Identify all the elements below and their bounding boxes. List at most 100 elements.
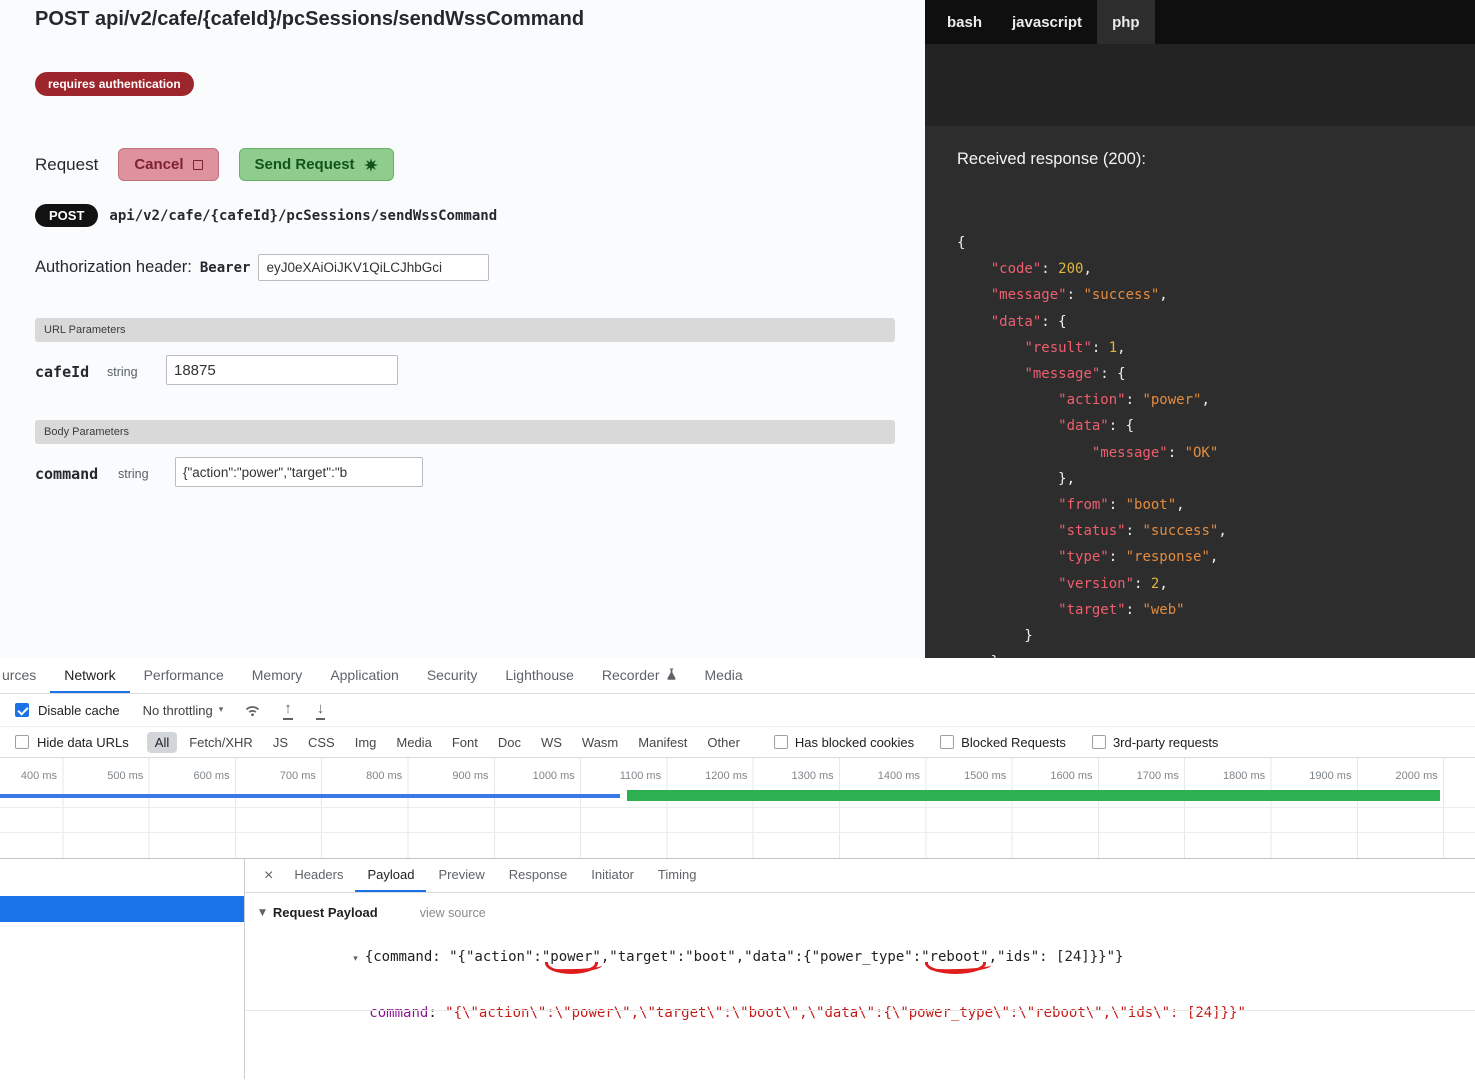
code-line: "message": { (957, 361, 1227, 387)
detail-tabs: HeadersPayloadPreviewResponseInitiatorTi… (282, 859, 708, 892)
selected-request-row[interactable] (0, 896, 244, 922)
bearer-label: Bearer (200, 260, 251, 276)
tab-lighthouse[interactable]: Lighthouse (491, 658, 588, 693)
code-line: "type": "response", (957, 544, 1227, 570)
chip[interactable]: Other (699, 732, 748, 753)
chip[interactable]: Media (388, 732, 439, 753)
chip[interactable]: Fetch/XHR (181, 732, 261, 753)
chip[interactable]: Manifest (630, 732, 695, 753)
code-line: "code": 200, (957, 256, 1227, 282)
url-param-type: string (107, 365, 138, 379)
has-blocked-cookies-label: Has blocked cookies (795, 735, 914, 750)
triangle-down-icon: ▾ (353, 954, 358, 964)
tick: 2000 ms (1356, 770, 1442, 782)
blocked-requests-filter: Blocked Requests (940, 735, 1066, 750)
tick: 900 ms (407, 770, 493, 782)
stop-square-icon (193, 160, 203, 170)
chip[interactable]: Doc (490, 732, 529, 753)
code-line: command: "{\"action\":\"power\",\"target… (369, 1005, 1246, 1021)
authorization-label: Authorization header: (35, 258, 192, 277)
command-input[interactable] (175, 457, 423, 487)
cafeid-input[interactable] (166, 355, 398, 385)
payload-preview-tokens: {command: "{"action":"power","target":"b… (365, 949, 1124, 965)
throttling-value: No throttling (143, 703, 213, 718)
code-line: "version": 2, (957, 571, 1227, 597)
code-line: { (957, 230, 1227, 256)
network-overview: 400 ms500 ms600 ms700 ms800 ms900 ms1000… (0, 758, 1475, 859)
has-blocked-cookies-checkbox[interactable] (774, 735, 788, 749)
flask-icon (666, 668, 677, 681)
chip[interactable]: Img (347, 732, 385, 753)
dtab[interactable]: Response (497, 859, 580, 892)
tick: 700 ms (235, 770, 321, 782)
close-icon[interactable]: × (255, 867, 282, 885)
code-example-panel: bash javascript php Received response (2… (925, 0, 1475, 658)
timeline-ruler: 400 ms500 ms600 ms700 ms800 ms900 ms1000… (0, 758, 1475, 787)
tab-application[interactable]: Application (316, 658, 413, 693)
tab-recorder-label: Recorder (602, 667, 660, 683)
tick: 1200 ms (666, 770, 752, 782)
tab-sources[interactable]: urces (0, 658, 50, 693)
request-detail-panel: × HeadersPayloadPreviewResponseInitiator… (245, 859, 1475, 1079)
tab-php[interactable]: php (1097, 0, 1155, 44)
dtab[interactable]: Timing (646, 859, 709, 892)
body-param-type: string (118, 467, 149, 481)
dtab[interactable]: Initiator (579, 859, 646, 892)
requires-authentication-badge: requires authentication (35, 72, 194, 96)
throttling-dropdown[interactable]: No throttling ▾ (143, 703, 224, 718)
page-title: POST api/v2/cafe/{cafeId}/pcSessions/sen… (35, 8, 584, 31)
tick: 600 ms (148, 770, 234, 782)
dtab[interactable]: Preview (426, 859, 496, 892)
tick: 1800 ms (1184, 770, 1270, 782)
tab-network[interactable]: Network (50, 658, 129, 693)
burst-icon (364, 158, 378, 172)
request-label: Request (35, 155, 98, 175)
payload-line-preview[interactable]: ▾ {command: "{"action":"power","target":"… (269, 933, 1475, 981)
chip[interactable]: WS (533, 732, 570, 753)
send-request-button[interactable]: Send Request (239, 148, 394, 181)
tab-security[interactable]: Security (413, 658, 492, 693)
chip[interactable]: All (147, 732, 177, 753)
code-line: "result": 1, (957, 335, 1227, 361)
export-har-icon[interactable]: ↓ (315, 700, 327, 720)
overview-bar-blue (0, 794, 620, 798)
tab-recorder[interactable]: Recorder (588, 658, 691, 693)
code-line: }, (957, 466, 1227, 492)
code-line: {command: "{"action":"power","target":"b… (365, 949, 1124, 965)
network-conditions-icon[interactable] (244, 703, 261, 717)
chip[interactable]: CSS (300, 732, 343, 753)
dtab[interactable]: Payload (355, 859, 426, 892)
blocked-requests-checkbox[interactable] (940, 735, 954, 749)
tick: 1100 ms (580, 770, 666, 782)
chevron-down-icon: ▾ (219, 705, 224, 715)
authorization-row: Authorization header: Bearer (35, 254, 489, 281)
disable-cache-checkbox[interactable] (15, 703, 29, 717)
tab-media[interactable]: Media (691, 658, 757, 693)
network-toolbar: Disable cache No throttling ▾ ↑ ↓ (0, 694, 1475, 727)
third-party-requests-label: 3rd-party requests (1113, 735, 1219, 750)
requests-waterfall-rows (0, 808, 1475, 859)
tab-memory[interactable]: Memory (238, 658, 317, 693)
payload-line-command: command: "{\"action\":\"power\",\"target… (285, 989, 1475, 1037)
view-source-link[interactable]: view source (420, 906, 486, 920)
chip[interactable]: Wasm (574, 732, 626, 753)
overview-strip[interactable] (0, 787, 1475, 808)
hide-data-urls-checkbox[interactable] (15, 735, 29, 749)
api-docs-panel: POST api/v2/cafe/{cafeId}/pcSessions/sen… (0, 0, 925, 658)
tab-javascript[interactable]: javascript (997, 0, 1097, 44)
auth-token-input[interactable] (258, 254, 489, 281)
chip[interactable]: JS (265, 732, 296, 753)
cancel-button[interactable]: Cancel (118, 148, 218, 181)
third-party-requests-checkbox[interactable] (1092, 735, 1106, 749)
request-payload-header: ▼ Request Payload view source (259, 905, 1475, 920)
import-har-icon[interactable]: ↑ (282, 700, 294, 720)
dtab[interactable]: Headers (282, 859, 355, 892)
url-param-name: cafeId (35, 363, 89, 381)
request-list (0, 859, 245, 1079)
tab-bash[interactable]: bash (932, 0, 997, 44)
tab-performance[interactable]: Performance (130, 658, 238, 693)
chip[interactable]: Font (444, 732, 486, 753)
network-detail-split: × HeadersPayloadPreviewResponseInitiator… (0, 859, 1475, 1079)
language-tabs: bash javascript php (925, 0, 1475, 44)
request-type-filters: AllFetch/XHRJSCSSImgMediaFontDocWSWasmMa… (147, 732, 748, 753)
